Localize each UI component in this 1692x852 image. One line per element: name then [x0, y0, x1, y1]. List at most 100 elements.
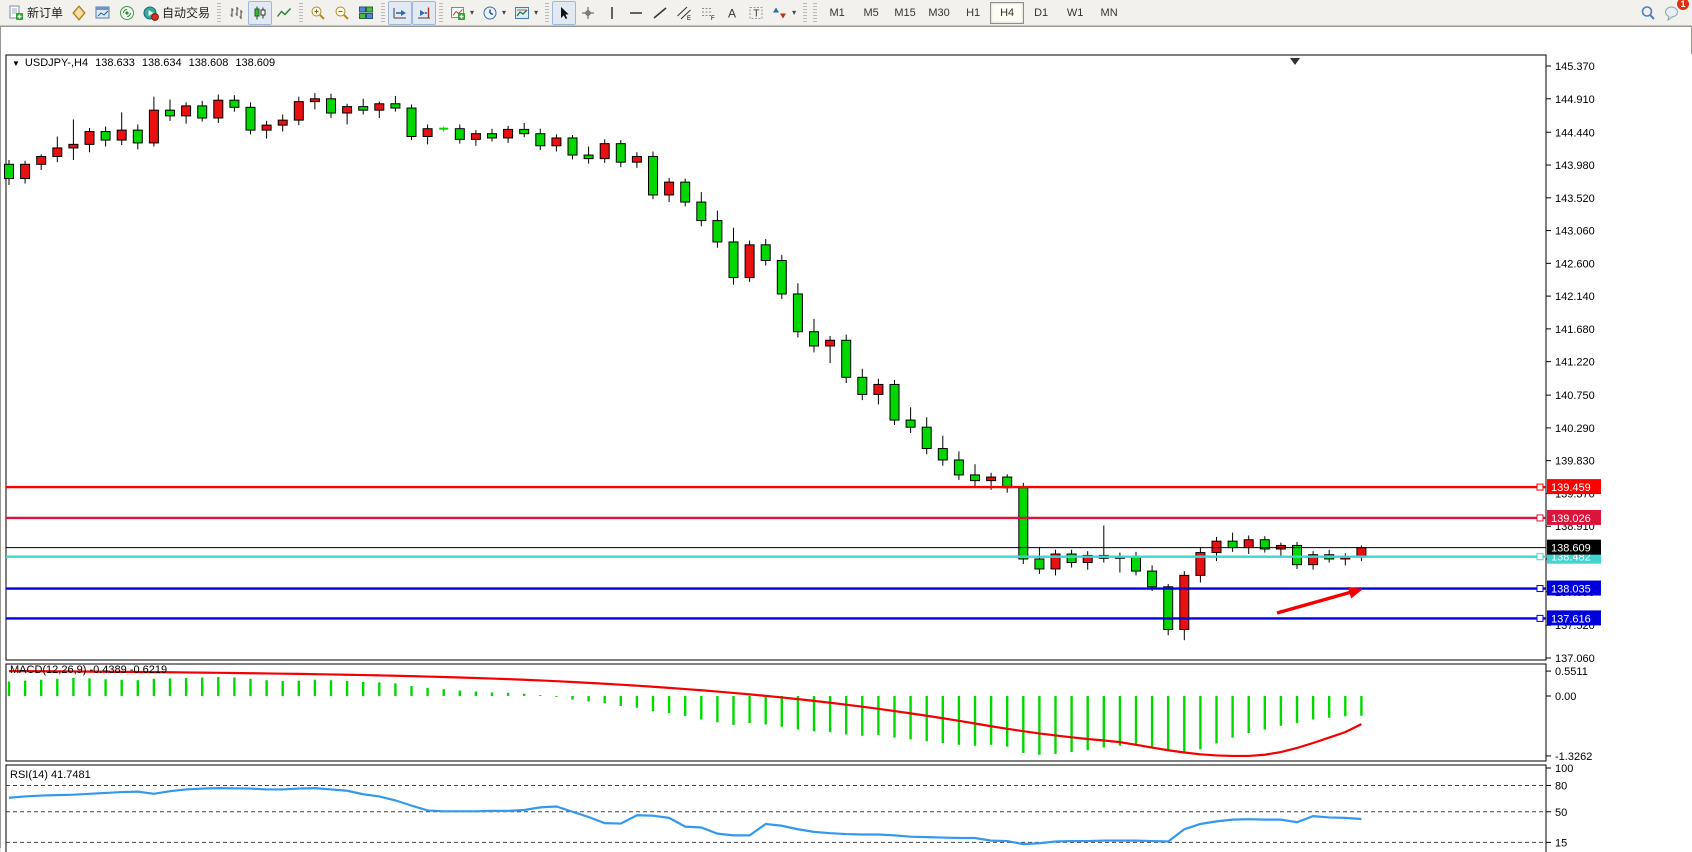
- indicators-button[interactable]: ▾: [446, 1, 478, 25]
- bull-candle: [21, 164, 30, 178]
- chevron-down-icon: ▾: [470, 8, 474, 17]
- autotrade-button[interactable]: 自动交易: [139, 1, 214, 25]
- chart-shift-icon: [416, 5, 432, 21]
- bear-candle: [391, 104, 400, 108]
- candlestick-button[interactable]: [248, 1, 272, 25]
- chart-canvas[interactable]: MACD(12,26,9) -0.4389 -0.6219 RSI(14) 41.…: [1, 27, 1692, 852]
- bear-candle: [584, 155, 593, 159]
- bear-candle: [1293, 545, 1302, 564]
- new-order-icon: [8, 5, 24, 21]
- timeframe-m5-button[interactable]: M5: [854, 2, 888, 24]
- bull-candle: [665, 182, 674, 195]
- bear-candle: [407, 108, 416, 136]
- bull-candle: [600, 144, 609, 159]
- svg-text:A: A: [728, 6, 736, 20]
- bear-candle: [133, 130, 142, 143]
- macd-pane[interactable]: MACD(12,26,9) -0.4389 -0.6219: [6, 664, 1546, 761]
- crosshair-button[interactable]: [576, 1, 600, 25]
- svg-text:139.459: 139.459: [1551, 482, 1591, 494]
- templates-button[interactable]: ▾: [510, 1, 542, 25]
- level-price-badge: 137.616: [1547, 610, 1601, 625]
- trendline-button[interactable]: [648, 1, 672, 25]
- bear-candle: [101, 132, 110, 141]
- zoom-out-button[interactable]: [330, 1, 354, 25]
- chart-window-button[interactable]: [91, 1, 115, 25]
- chart-shift-button[interactable]: [412, 1, 436, 25]
- chart-quote-title: ▼USDJPY-,H4138.633138.634138.608138.609: [9, 57, 278, 69]
- timeframe-h1-button[interactable]: H1: [956, 2, 990, 24]
- collapse-quote-icon[interactable]: ▼: [12, 59, 20, 68]
- quote-open: 138.633: [95, 57, 135, 69]
- bar-chart-button[interactable]: [224, 1, 248, 25]
- mt4-window: 新订单自动交易▾▾▾EFAT▾M1M5M15M30H1H4D1W1MN1 ▼US…: [0, 0, 1692, 852]
- bull-candle: [471, 134, 480, 140]
- bear-candle: [1019, 488, 1028, 559]
- line-chart-button[interactable]: [272, 1, 296, 25]
- autotrade-icon: [143, 5, 159, 21]
- timeframe-m15-button[interactable]: M15: [888, 2, 922, 24]
- timeframe-d1-button[interactable]: D1: [1024, 2, 1058, 24]
- periods-button[interactable]: ▾: [478, 1, 510, 25]
- rsi-pane[interactable]: RSI(14) 41.7481: [6, 765, 1546, 852]
- bull-candle: [53, 148, 62, 157]
- tile-windows-button[interactable]: [354, 1, 378, 25]
- metaeditor-icon: [71, 5, 87, 21]
- bull-candle: [826, 340, 835, 346]
- price-tick-label: 144.440: [1555, 127, 1595, 139]
- rsi-scale-label: 15: [1555, 837, 1567, 849]
- notifications-button[interactable]: 1: [1660, 1, 1684, 25]
- rsi-scale-label: 80: [1555, 781, 1567, 793]
- new-order-button[interactable]: 新订单: [4, 1, 67, 25]
- bull-candle: [423, 129, 432, 137]
- horizontal-line-button[interactable]: [624, 1, 648, 25]
- timeframe-mn-button[interactable]: MN: [1092, 2, 1126, 24]
- timeframe-h4-button[interactable]: H4: [990, 2, 1024, 24]
- autotrade-button-label: 自动交易: [162, 4, 210, 21]
- search-button[interactable]: [1636, 1, 1660, 25]
- bull-candle: [278, 120, 287, 125]
- zoom-in-button[interactable]: [306, 1, 330, 25]
- bull-candle: [1180, 575, 1189, 629]
- vertical-line-button[interactable]: [600, 1, 624, 25]
- auto-scroll-button[interactable]: [388, 1, 412, 25]
- cursor-button[interactable]: [552, 1, 576, 25]
- bear-candle: [246, 107, 255, 130]
- text-icon: A: [724, 5, 740, 21]
- bear-candle: [793, 294, 802, 332]
- timeframe-w1-button[interactable]: W1: [1058, 2, 1092, 24]
- signals-button[interactable]: [115, 1, 139, 25]
- bear-candle: [777, 260, 786, 293]
- channel-button[interactable]: E: [672, 1, 696, 25]
- chart-window[interactable]: ▼USDJPY-,H4138.633138.634138.608138.609 …: [0, 26, 1692, 848]
- bear-candle: [1164, 587, 1173, 630]
- metaeditor-button[interactable]: [67, 1, 91, 25]
- bull-candle: [375, 104, 384, 110]
- toolbar: 新订单自动交易▾▾▾EFAT▾M1M5M15M30H1H4D1W1MN1: [0, 0, 1692, 26]
- bear-candle: [166, 110, 175, 116]
- horizontal-line-icon: [628, 5, 644, 21]
- bear-candle: [1035, 559, 1044, 569]
- arrows-button[interactable]: ▾: [768, 1, 800, 25]
- line-anchor-marker: [1537, 554, 1543, 560]
- rsi-label: RSI(14) 41.7481: [10, 769, 91, 781]
- chevron-down-icon: ▾: [534, 8, 538, 17]
- line-anchor-marker: [1537, 484, 1543, 490]
- cursor-arrow-icon: [556, 5, 572, 21]
- timeframe-m1-button[interactable]: M1: [820, 2, 854, 24]
- bear-candle: [198, 106, 207, 118]
- bear-candle: [761, 245, 770, 261]
- macd-scale-label: 0.5511: [1555, 666, 1588, 678]
- bull-candle: [1244, 540, 1253, 548]
- fibonacci-button[interactable]: F: [696, 1, 720, 25]
- price-pane[interactable]: [5, 55, 1547, 660]
- rsi-scale-label: 50: [1555, 807, 1567, 819]
- text-button[interactable]: A: [720, 1, 744, 25]
- macd-scale-label: -1.3262: [1555, 751, 1592, 763]
- bear-candle: [649, 156, 658, 194]
- timeframe-m30-button[interactable]: M30: [922, 2, 956, 24]
- bull-candle: [552, 138, 561, 146]
- bear-candle: [697, 202, 706, 221]
- bull-candle: [85, 132, 94, 145]
- toolbar-separator: [217, 3, 221, 23]
- text-label-button[interactable]: T: [744, 1, 768, 25]
